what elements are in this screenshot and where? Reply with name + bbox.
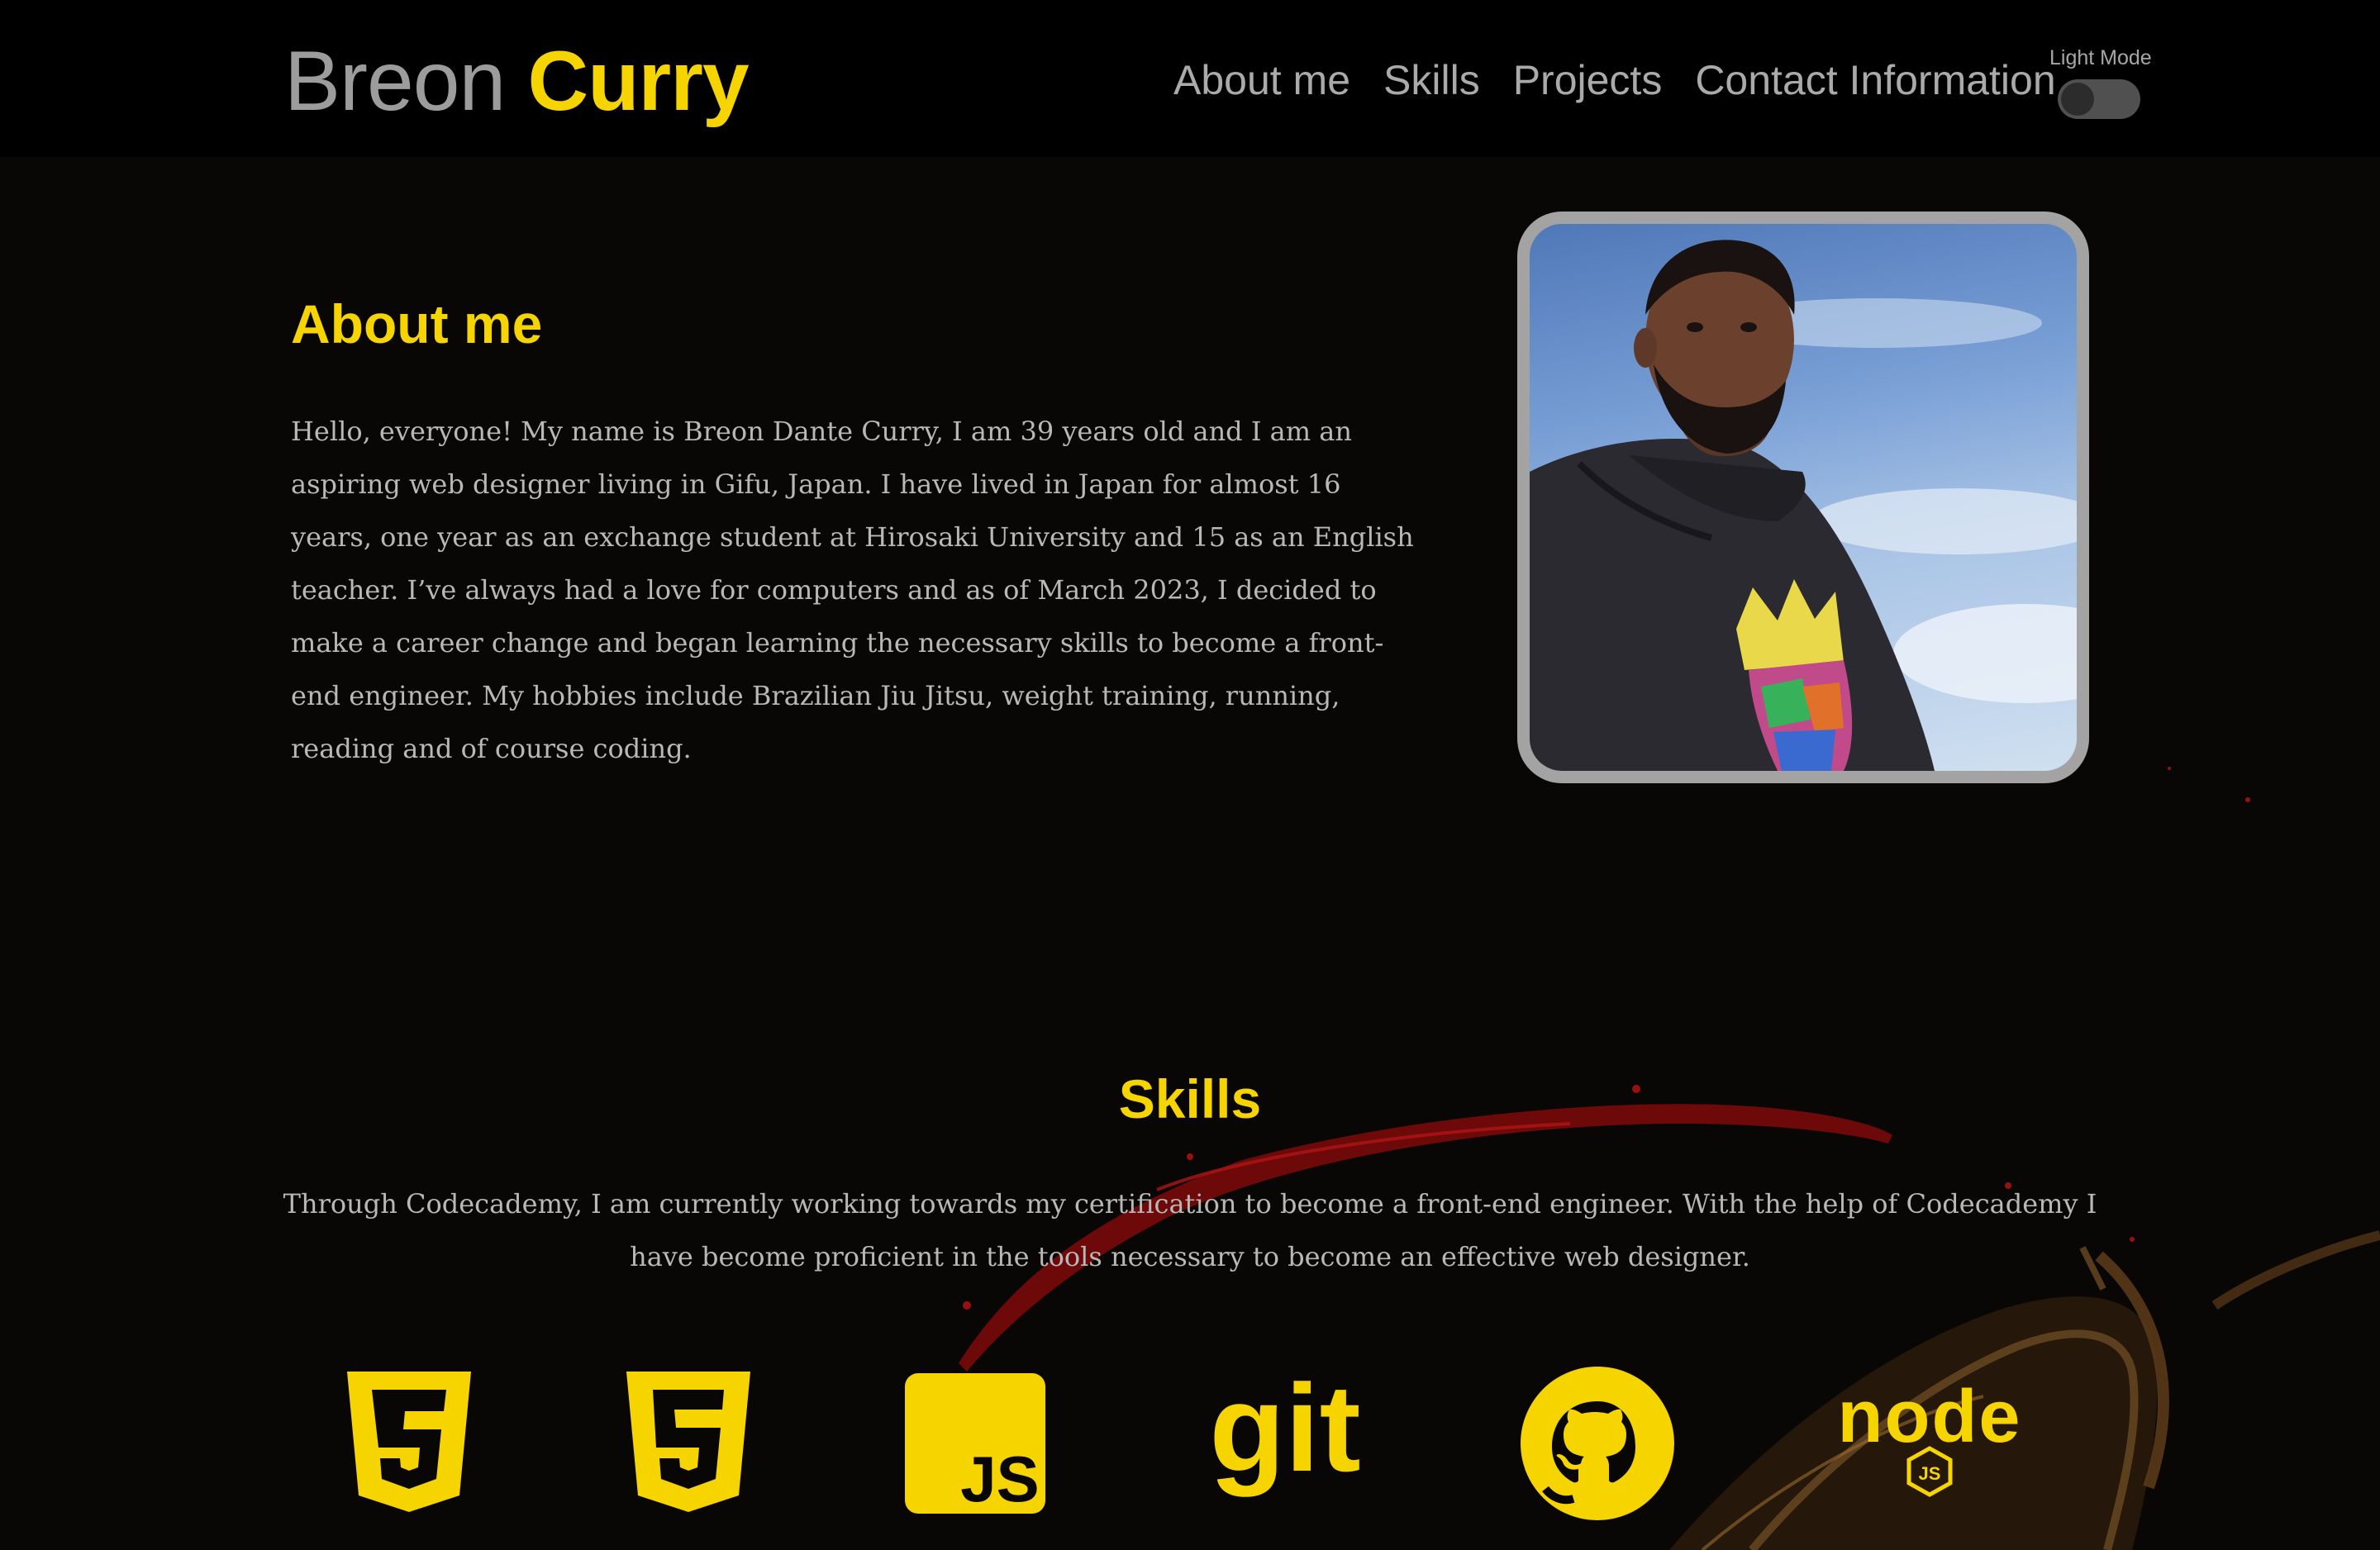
brand-logo[interactable]: Breon Curry — [284, 31, 750, 131]
skills-paragraph: Through Codecademy, I am currently worki… — [283, 1188, 2097, 1272]
profile-photo-illustration — [1530, 240, 2077, 771]
nav-link-contact[interactable]: Contact Information — [1695, 51, 2055, 109]
javascript-icon-label: JS — [960, 1443, 1039, 1514]
git-icon-label: git — [1209, 1363, 1360, 1497]
nav-menu: About me Skills Projects Contact Informa… — [1173, 51, 2056, 109]
about-paragraph: Hello, everyone! My name is Breon Dante … — [291, 416, 1414, 764]
css3-icon — [347, 1372, 471, 1512]
nodejs-wordmark: node — [1838, 1376, 2022, 1458]
html5-icon — [626, 1372, 750, 1512]
toggle-knob — [2061, 83, 2094, 116]
light-mode-toggle[interactable] — [2058, 79, 2140, 119]
nodejs-badge-label: JS — [1919, 1463, 1941, 1484]
nodejs-icon: node JS — [1838, 1376, 2022, 1497]
github-icon — [1521, 1367, 1674, 1520]
page: Breon Curry About me Skills Projects Con… — [0, 0, 2380, 1550]
git-icon: git — [1209, 1363, 1360, 1497]
brand-first-name: Breon — [284, 34, 506, 128]
brand-last-name: Curry — [527, 34, 750, 128]
skills-heading: Skills — [1118, 1068, 1262, 1129]
light-mode-label: Light Mode — [2049, 46, 2152, 69]
javascript-icon: JS — [905, 1373, 1045, 1514]
about-heading: About me — [291, 293, 543, 354]
profile-photo — [1517, 212, 2089, 783]
nav-link-projects[interactable]: Projects — [1513, 51, 1663, 109]
navbar: Breon Curry About me Skills Projects Con… — [0, 0, 2380, 157]
nav-link-skills[interactable]: Skills — [1383, 51, 1480, 109]
nav-link-about[interactable]: About me — [1173, 51, 1350, 109]
